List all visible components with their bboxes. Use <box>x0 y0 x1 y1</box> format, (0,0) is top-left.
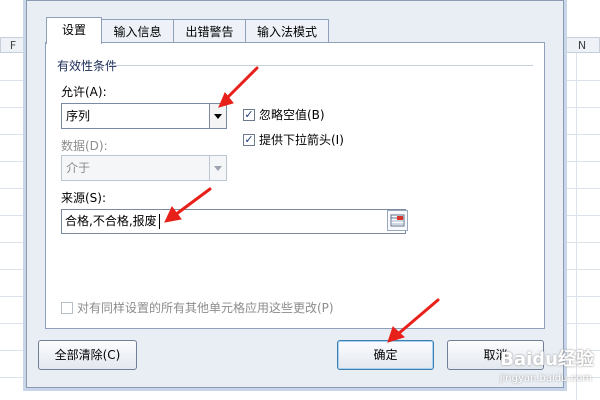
annotation-arrows <box>164 66 440 343</box>
tab-settings[interactable]: 设置 <box>46 17 102 44</box>
red-arrow-icon <box>164 66 440 343</box>
watermark-url: jingyan.baidu.com <box>499 373 592 384</box>
watermark-logo: Baidu经验 <box>500 349 594 370</box>
